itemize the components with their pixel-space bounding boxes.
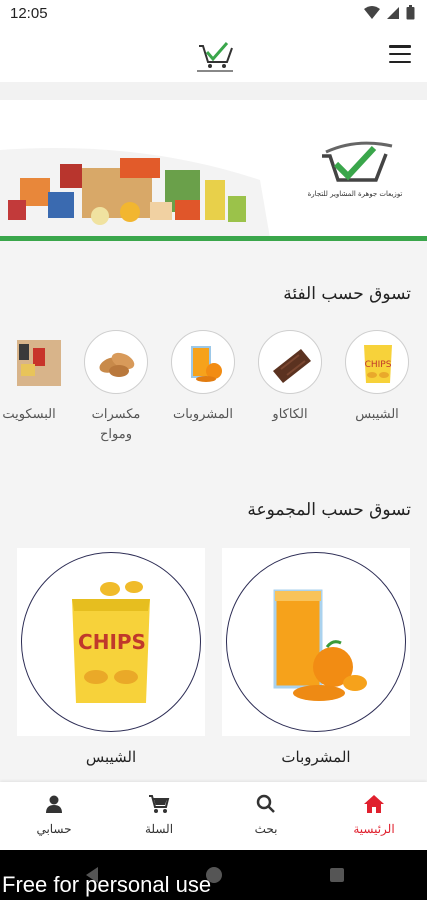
banner-brand-text: توزيعات جوهرة المشاوير للتجارة — [307, 190, 403, 198]
nav-label: حسابي — [36, 822, 72, 836]
app-header — [0, 28, 427, 82]
cart-icon — [149, 795, 170, 813]
grocery-products-image — [0, 148, 270, 238]
status-bar: 12:05 — [0, 0, 427, 28]
category-label: الشيبس — [355, 407, 399, 422]
bottom-navigation: الرئيسية بحث السلة حسابي — [0, 782, 427, 850]
category-biscuits[interactable]: البسكويت — [0, 330, 62, 425]
nav-account[interactable]: حسابي — [14, 794, 94, 836]
biscuits-icon — [0, 330, 61, 394]
cart-check-logo-icon[interactable] — [193, 36, 237, 74]
orange-juice-icon — [226, 552, 406, 732]
signal-icon — [387, 6, 399, 19]
brand-logo-icon — [322, 141, 393, 182]
category-label: مكسرات ومواح — [91, 407, 141, 442]
recents-icon[interactable] — [329, 867, 345, 883]
groups-section-title: تسوق حسب المجموعة — [247, 500, 411, 520]
category-label: الكاكاو — [272, 407, 308, 422]
svg-text:CHIPS: CHIPS — [78, 630, 146, 654]
nav-label: السلة — [144, 822, 174, 836]
nav-label: الرئيسية — [353, 822, 395, 836]
status-time: 12:05 — [10, 5, 48, 22]
category-drinks[interactable]: المشروبات — [170, 330, 236, 425]
nav-cart[interactable]: السلة — [119, 794, 199, 836]
person-icon — [46, 795, 62, 813]
peanuts-icon — [84, 330, 148, 394]
group-label: المشروبات — [281, 748, 351, 766]
chips-icon: CHIPS — [345, 330, 409, 394]
category-label: المشروبات — [173, 407, 233, 422]
battery-icon — [406, 5, 415, 20]
group-card-chips[interactable]: CHIPS — [17, 548, 205, 736]
chocolate-icon — [258, 330, 322, 394]
category-cocoa[interactable]: الكاكاو — [257, 330, 323, 425]
category-label: البسكويت — [2, 407, 56, 422]
svg-text:CHIPS: CHIPS — [365, 360, 392, 370]
group-card-drinks[interactable] — [222, 548, 410, 736]
categories-section-title: تسوق حسب الفئة — [283, 284, 411, 304]
juice-icon — [171, 330, 235, 394]
nav-home[interactable]: الرئيسية — [334, 794, 414, 836]
banner-divider — [0, 236, 427, 241]
nav-search[interactable]: بحث — [226, 794, 306, 836]
chips-bag-icon: CHIPS — [21, 552, 201, 732]
category-chips[interactable]: CHIPS الشيبس — [344, 330, 410, 425]
home-icon — [364, 795, 384, 813]
hamburger-menu-icon[interactable] — [389, 45, 411, 63]
wifi-icon — [364, 5, 380, 19]
group-label: الشيبس — [85, 748, 137, 766]
promo-banner[interactable]: توزيعات جوهرة المشاوير للتجارة — [0, 100, 427, 238]
nav-label: بحث — [254, 822, 278, 836]
status-icons — [364, 5, 415, 20]
category-nuts[interactable]: مكسرات ومواح — [83, 330, 149, 445]
search-icon — [256, 794, 275, 813]
spacer — [0, 82, 427, 100]
watermark-text: Free for personal use — [2, 872, 212, 897]
